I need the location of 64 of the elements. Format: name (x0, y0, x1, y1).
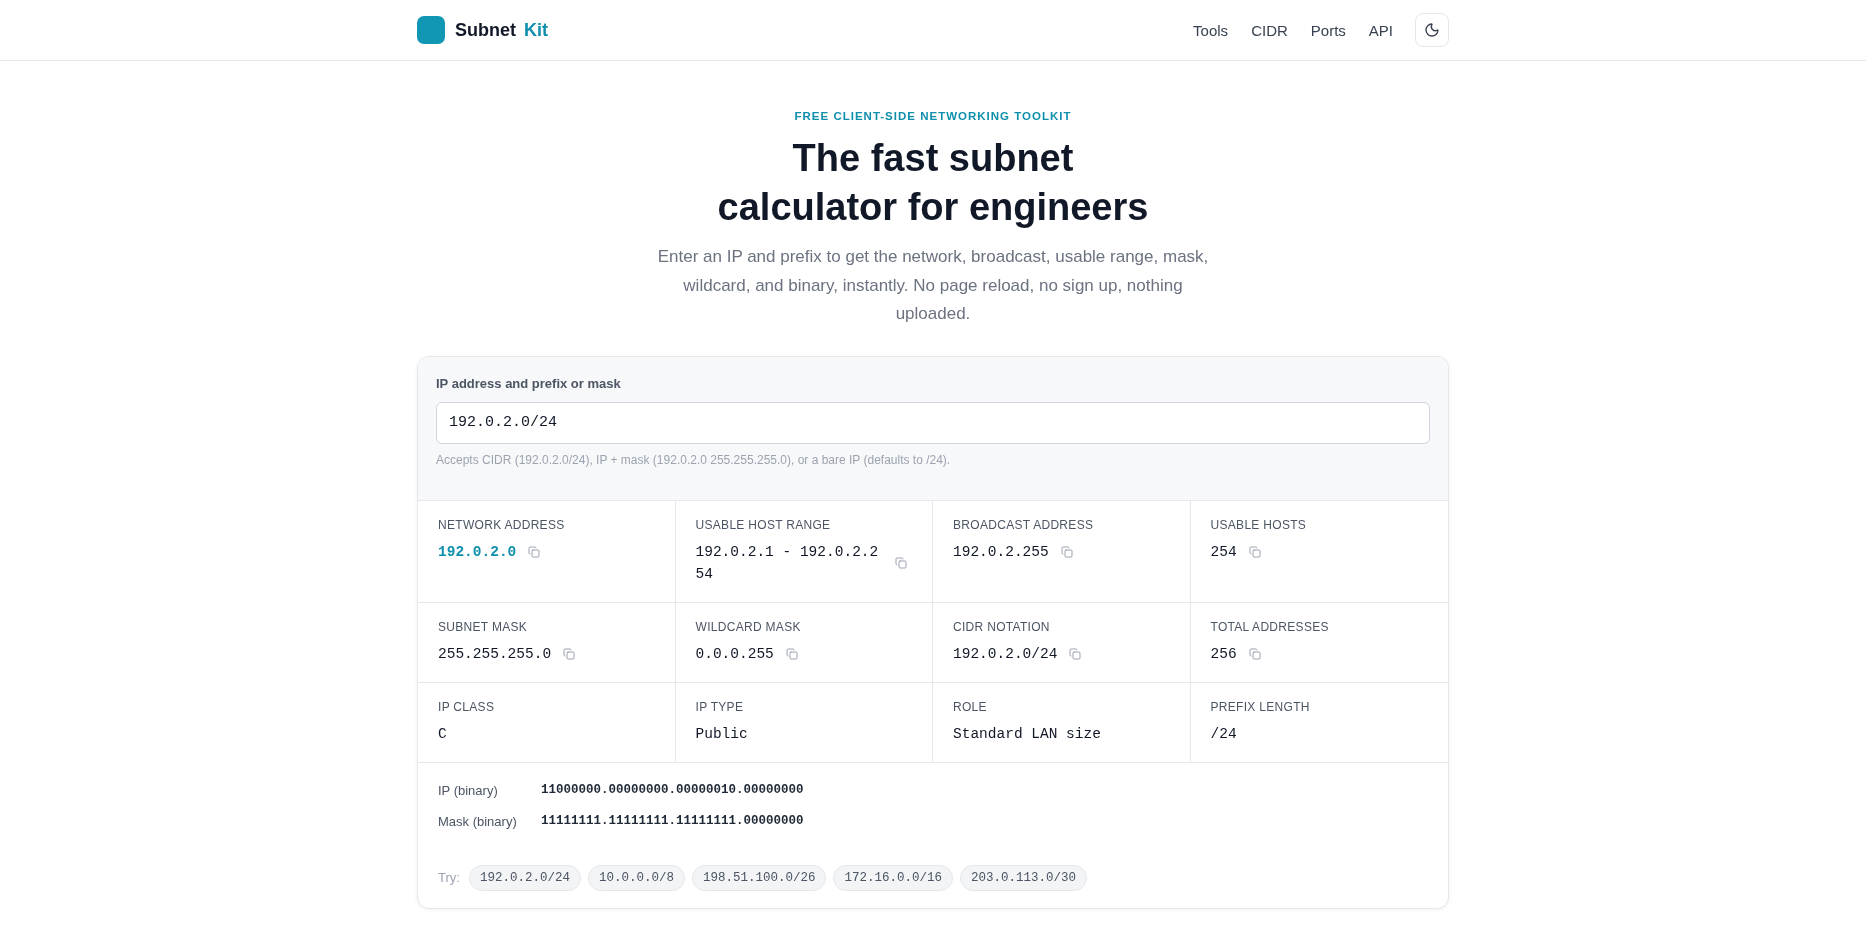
copy-icon (563, 647, 576, 660)
binary-label: Mask (binary) (438, 813, 517, 829)
result-value: /24 (1210, 724, 1237, 744)
copy-button[interactable] (1246, 543, 1263, 560)
result-value: C (438, 724, 447, 744)
result-value: 0.0.0.255 (695, 644, 774, 664)
page-subtitle: Enter an IP and prefix to get the network, broadcast, usable range, mask, wildcard, and binary, instantly. No page reload, no sign up, nothing uploaded. (656, 246, 1210, 325)
copy-icon (894, 556, 907, 569)
copy-button[interactable] (892, 554, 909, 571)
example-chip[interactable]: 192.0.2.0/24 (468, 864, 581, 891)
copy-button[interactable] (783, 645, 800, 662)
result-label: NETWORK ADDRESS (438, 516, 565, 533)
nav-link[interactable]: Tools (1193, 21, 1229, 39)
result-label: WILDCARD MASK (695, 618, 801, 635)
copy-icon (1060, 545, 1073, 558)
moon-icon (1424, 22, 1440, 38)
result-value: 192.0.2.0 (438, 542, 517, 562)
result-label: USABLE HOSTS (1210, 516, 1307, 533)
result-value: 192.0.2.0/24 (953, 644, 1058, 664)
copy-button[interactable] (561, 645, 578, 662)
result-label: CIDR NOTATION (953, 618, 1050, 635)
result-value: 192.0.2.255 (953, 542, 1049, 562)
field-label: IP address and prefix or mask (436, 374, 621, 393)
example-chip[interactable]: 172.16.0.0/16 (833, 864, 953, 891)
nav-link[interactable]: CIDR (1251, 21, 1288, 39)
result-label: IP TYPE (695, 698, 744, 715)
ip-input[interactable]: 192.0.2.0/24 (436, 401, 1430, 444)
result-value: Public (695, 724, 748, 744)
copy-icon (1248, 545, 1261, 558)
copy-icon (785, 647, 798, 660)
example-chip[interactable]: 10.0.0.0/8 (587, 864, 685, 891)
eyebrow-text: FREE CLIENT-SIDE NETWORKING TOOLKIT (794, 109, 1072, 124)
nav-link[interactable]: Ports (1310, 21, 1346, 39)
field-hint: Accepts CIDR (192.0.2.0/24), IP + mask (192.0.2.0 255.255.255.0), or a bare IP (defaults to /24). (436, 451, 951, 468)
nav-link[interactable]: API (1368, 21, 1393, 39)
theme-toggle-button[interactable] (1415, 13, 1449, 47)
copy-button[interactable] (526, 543, 543, 560)
result-label: TOTAL ADDRESSES (1210, 618, 1329, 635)
example-chip[interactable]: 198.51.100.0/26 (691, 864, 827, 891)
result-label: USABLE HOST RANGE (695, 516, 831, 533)
example-chip[interactable]: 203.0.113.0/30 (960, 864, 1088, 891)
page-title: The fast subnet calculator for engineers (716, 136, 1150, 230)
logo-icon (417, 16, 445, 44)
copy-icon (1069, 647, 1082, 660)
result-value: 255.255.255.0 (438, 644, 552, 664)
binary-label: IP (binary) (438, 782, 498, 798)
result-value: 192.0.2.1 - 192.0.2.254 (695, 542, 880, 584)
result-value: 254 (1210, 542, 1237, 562)
copy-button[interactable] (1246, 645, 1263, 662)
copy-icon (1248, 647, 1261, 660)
brand-name[interactable]: Subnet Kit (455, 19, 548, 41)
copy-button[interactable] (1067, 645, 1084, 662)
binary-value: 11000000.00000000.00000010.00000000 (541, 783, 804, 797)
result-label: IP CLASS (438, 698, 495, 715)
result-value: Standard LAN size (953, 724, 1101, 744)
result-label: PREFIX LENGTH (1210, 698, 1310, 715)
copy-icon (528, 545, 541, 558)
binary-value: 11111111.11111111.11111111.00000000 (541, 814, 804, 828)
examples-label: Try: (438, 870, 460, 885)
result-label: BROADCAST ADDRESS (953, 516, 1094, 533)
result-value: 256 (1210, 644, 1237, 664)
copy-button[interactable] (1058, 543, 1075, 560)
result-label: SUBNET MASK (438, 618, 528, 635)
result-label: ROLE (953, 698, 987, 715)
